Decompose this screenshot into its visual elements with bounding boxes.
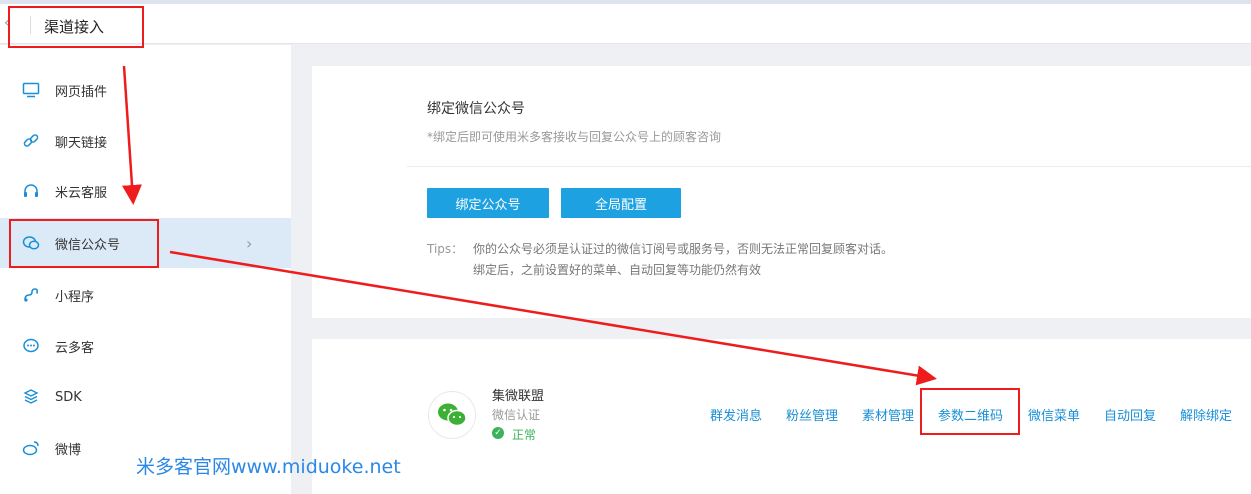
monitor-icon: [22, 81, 40, 99]
highlight-box: [920, 388, 1020, 435]
bind-wechat-card: 绑定微信公众号 *绑定后即可使用米多客接收与回复公众号上的顾客咨询 绑定公众号 …: [312, 66, 1251, 318]
page-header: ‹ 渠道接入: [0, 4, 1251, 44]
sidebar-item-chat-link[interactable]: 聊天链接: [0, 116, 291, 166]
sidebar-item-web-plugin[interactable]: 网页插件: [0, 65, 291, 115]
highlight-box: [8, 6, 144, 48]
chevron-right-icon: ›: [246, 233, 253, 253]
check-circle-icon: ✓: [492, 427, 504, 439]
sidebar-item-mini-program[interactable]: 小程序: [0, 270, 291, 320]
bound-account-card: 集微联盟 微信认证 ✓ 正常 群发消息 粉丝管理 素材管理 参数二维码 微信菜单…: [312, 339, 1251, 494]
fans-management-link[interactable]: 粉丝管理: [786, 405, 838, 424]
card-subtitle: *绑定后即可使用米多客接收与回复公众号上的顾客咨询: [427, 130, 722, 144]
sidebar: 网页插件 聊天链接 米云客服 微信公众号 › 小程序 云多客 SDK 微博: [0, 45, 291, 494]
sidebar-item-label: 网页插件: [55, 84, 108, 100]
weibo-icon: [22, 439, 40, 457]
sidebar-item-label: 小程序: [55, 289, 95, 305]
bind-official-account-button[interactable]: 绑定公众号: [427, 188, 549, 218]
tips-label: Tips：: [427, 242, 464, 256]
sidebar-item-label: 云多客: [55, 340, 95, 356]
sidebar-item-label: 聊天链接: [55, 135, 108, 151]
tips-text: 你的公众号必须是认证过的微信订阅号或服务号，否则无法正常回复顾客对话。: [473, 242, 894, 256]
account-name: 集微联盟: [492, 389, 545, 404]
chat-dots-icon: [22, 337, 40, 355]
sidebar-item-label: 米云客服: [55, 185, 108, 201]
global-config-button[interactable]: 全局配置: [561, 188, 681, 218]
sdk-layers-icon: [22, 388, 40, 406]
sidebar-item-label: 微博: [55, 442, 82, 458]
card-title: 绑定微信公众号: [427, 101, 525, 117]
mass-message-link[interactable]: 群发消息: [710, 405, 762, 424]
highlight-box: [9, 219, 159, 268]
wechat-logo-icon: [428, 391, 476, 439]
sidebar-item-miyun-service[interactable]: 米云客服: [0, 166, 291, 216]
sidebar-item-sdk[interactable]: SDK: [0, 372, 291, 422]
miniprogram-icon: [22, 286, 40, 304]
status-badge: 正常: [512, 428, 537, 442]
tips-text: 绑定后，之前设置好的菜单、自动回复等功能仍然有效: [473, 263, 762, 277]
divider: [407, 166, 1251, 167]
watermark-text: 米多客官网www.miduoke.net: [136, 456, 401, 478]
unbind-link[interactable]: 解除绑定: [1180, 405, 1232, 424]
sidebar-item-yunduoke[interactable]: 云多客: [0, 321, 291, 371]
sidebar-item-label: SDK: [55, 389, 82, 405]
account-verification: 微信认证: [492, 408, 541, 422]
auto-reply-link[interactable]: 自动回复: [1104, 405, 1156, 424]
wechat-menu-link[interactable]: 微信菜单: [1028, 405, 1080, 424]
material-management-link[interactable]: 素材管理: [862, 405, 914, 424]
headset-icon: [22, 182, 40, 200]
link-icon: [22, 132, 40, 150]
